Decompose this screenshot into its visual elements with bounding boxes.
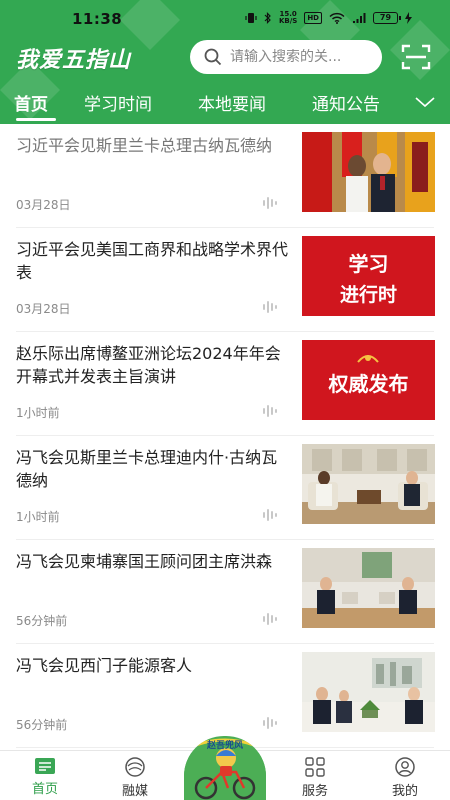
- scan-icon: [401, 44, 431, 70]
- banner-text: 权威发布: [328, 372, 409, 396]
- news-time: 56分钟前: [16, 614, 68, 628]
- news-time: 03月28日: [16, 302, 71, 316]
- news-title: 冯飞会见柬埔寨国王顾问团主席洪森: [16, 552, 273, 571]
- nav-label: 首页: [31, 782, 58, 797]
- signal-icon: [353, 13, 366, 23]
- nav-label: 融媒: [121, 784, 148, 799]
- news-thumbnail: [302, 548, 435, 628]
- bluetooth-icon: [264, 12, 271, 24]
- chevron-down-icon: [415, 97, 435, 108]
- audio-listen-icon[interactable]: [262, 612, 280, 626]
- nav-label: 服务: [301, 784, 328, 799]
- header: 11:38 15.0 KB/S HD 79 我爱五指山 首页 学习时间 本地要闻: [0, 0, 450, 124]
- news-title: 习近平会见斯里兰卡总理古纳瓦德纳: [16, 136, 273, 155]
- category-tabs: 首页 学习时间 本地要闻 通知公告: [0, 88, 450, 122]
- meeting-photo: [302, 548, 435, 628]
- status-bar: 11:38 15.0 KB/S HD 79: [0, 0, 450, 36]
- audio-listen-icon[interactable]: [262, 196, 280, 210]
- audio-listen-icon[interactable]: [262, 716, 280, 730]
- scan-button[interactable]: [400, 42, 432, 72]
- search-icon: [204, 48, 222, 66]
- charging-icon: [405, 12, 412, 24]
- banner-text: 进行时: [339, 284, 397, 306]
- meeting-photo: [302, 652, 435, 732]
- status-icons: 15.0 KB/S HD 79: [245, 11, 412, 25]
- news-time: 1小时前: [16, 406, 60, 420]
- news-item[interactable]: 习近平会见美国工商界和战略学术界代表 03月28日 学习 进行时: [0, 228, 450, 332]
- news-title: 冯飞会见西门子能源客人: [16, 656, 193, 675]
- news-thumbnail: 学习 进行时: [302, 236, 435, 316]
- audio-listen-icon[interactable]: [262, 508, 280, 522]
- audio-listen-icon[interactable]: [262, 404, 280, 418]
- news-thumbnail: [302, 652, 435, 732]
- hd-badge: HD: [304, 12, 322, 24]
- network-speed: 15.0 KB/S: [278, 10, 298, 25]
- news-item[interactable]: 冯飞会见柬埔寨国王顾问团主席洪森 56分钟前: [0, 540, 450, 644]
- audio-listen-icon[interactable]: [262, 300, 280, 314]
- news-time: 1小时前: [16, 510, 60, 524]
- news-thumbnail: 权威发布: [302, 340, 435, 420]
- center-mascot-button[interactable]: 赵吾兜风: [184, 736, 266, 800]
- meeting-photo-flags: [302, 132, 435, 212]
- banner-text: 学习: [348, 252, 389, 276]
- active-tab-indicator: [16, 118, 56, 121]
- status-time: 11:38: [72, 10, 123, 28]
- news-list: 习近平会见斯里兰卡总理古纳瓦德纳 03月28日 习近平会见美国工商界和战略学术界…: [0, 124, 450, 748]
- app-title: 我爱五指山: [16, 48, 132, 73]
- tab-home[interactable]: 首页: [14, 90, 48, 115]
- battery-indicator: 79: [373, 12, 401, 24]
- tab-study-time[interactable]: 学习时间: [84, 90, 152, 115]
- search-bar[interactable]: [190, 40, 382, 74]
- news-thumbnail: [302, 444, 435, 524]
- meeting-photo: [302, 444, 435, 524]
- news-title: 冯飞会见斯里兰卡总理迪内什·古纳瓦德纳: [16, 448, 278, 490]
- news-item[interactable]: 冯飞会见斯里兰卡总理迪内什·古纳瓦德纳 1小时前: [0, 436, 450, 540]
- home-icon: [35, 758, 55, 774]
- nav-profile[interactable]: 我的: [370, 757, 440, 799]
- nav-services[interactable]: 服务: [280, 757, 350, 799]
- media-icon: [125, 757, 145, 777]
- news-item[interactable]: 冯飞会见西门子能源客人 56分钟前: [0, 644, 450, 748]
- news-title: 习近平会见美国工商界和战略学术界代表: [16, 240, 288, 282]
- nav-home[interactable]: 首页: [10, 757, 80, 797]
- search-input[interactable]: [230, 49, 370, 65]
- news-title: 赵乐际出席博鳌亚洲论坛2024年年会开幕式并发表主旨演讲: [16, 344, 281, 386]
- wifi-icon: [329, 12, 345, 24]
- more-tabs-button[interactable]: [410, 88, 440, 116]
- tab-local-news[interactable]: 本地要闻: [198, 90, 266, 115]
- mascot-label: 赵吾兜风: [206, 741, 243, 751]
- news-item[interactable]: 赵乐际出席博鳌亚洲论坛2024年年会开幕式并发表主旨演讲 1小时前 权威发布: [0, 332, 450, 436]
- news-time: 56分钟前: [16, 718, 68, 732]
- vibrate-icon: [245, 13, 257, 23]
- tab-notices[interactable]: 通知公告: [312, 90, 380, 115]
- news-time: 03月28日: [16, 198, 71, 212]
- services-icon: [305, 757, 325, 777]
- news-thumbnail: [302, 132, 435, 212]
- nav-label: 我的: [391, 784, 418, 799]
- nav-media[interactable]: 融媒: [100, 757, 170, 799]
- news-item[interactable]: 习近平会见斯里兰卡总理古纳瓦德纳 03月28日: [0, 124, 450, 228]
- profile-icon: [395, 757, 415, 777]
